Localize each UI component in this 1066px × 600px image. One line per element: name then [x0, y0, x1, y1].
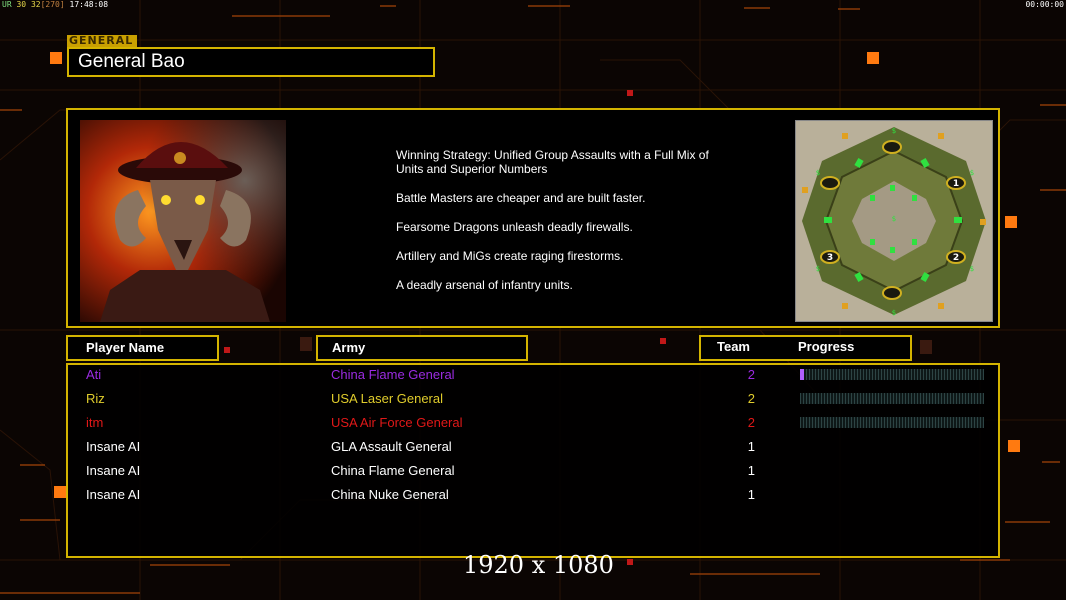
map-start-position: 2 — [953, 253, 959, 263]
svg-text:$: $ — [892, 215, 896, 223]
strategy-line: Battle Masters are cheaper and are built… — [396, 191, 646, 205]
svg-text:$: $ — [970, 265, 974, 273]
player-army: USA Air Force General — [331, 415, 463, 430]
strategy-line: Artillery and MiGs create raging firesto… — [396, 249, 624, 263]
player-army: GLA Assault General — [331, 439, 452, 454]
loading-progress-bar — [800, 369, 984, 380]
player-army: China Flame General — [331, 463, 455, 478]
player-name: Insane AI — [86, 487, 141, 502]
strategy-line: Winning Strategy: Unified Group Assaults… — [396, 148, 709, 176]
player-name: Insane AI — [86, 439, 141, 454]
player-name: itm — [86, 415, 104, 430]
loading-progress-bar — [800, 417, 984, 428]
svg-text:$: $ — [816, 169, 820, 177]
player-row: itm USA Air Force General 2 — [68, 413, 998, 433]
hud-clock: 17:48:08 — [69, 0, 109, 9]
player-name: Insane AI — [86, 463, 141, 478]
player-team: 1 — [747, 463, 755, 478]
player-row: Insane AI China Flame General 1 — [68, 461, 998, 481]
player-row: Riz USA Laser General 2 — [68, 389, 998, 409]
general-strategy-text: Winning Strategy: Unified Group Assaults… — [396, 148, 726, 307]
hud-stat-a: UR — [2, 0, 12, 9]
player-army: USA Laser General — [331, 391, 444, 406]
header-army: Army — [316, 335, 528, 361]
player-row: Insane AI GLA Assault General 1 — [68, 437, 998, 457]
player-team: 2 — [747, 391, 755, 406]
general-info-panel: Winning Strategy: Unified Group Assaults… — [66, 108, 1000, 328]
general-tag: GENERAL — [67, 35, 137, 47]
hud-stat-c: 32 — [30, 0, 41, 9]
strategy-line: A deadly arsenal of infantry units. — [396, 278, 573, 292]
general-portrait — [80, 120, 286, 322]
header-team-progress: Team Progress — [699, 335, 912, 361]
player-team: 1 — [747, 487, 755, 502]
player-team: 2 — [747, 415, 755, 430]
player-team: 2 — [747, 367, 755, 382]
hud-stat-d: [270] — [40, 0, 65, 9]
general-name: General Bao — [67, 47, 435, 77]
header-progress: Progress — [798, 339, 855, 354]
header-team: Team — [717, 339, 750, 354]
player-army: China Nuke General — [331, 487, 449, 502]
player-name: Riz — [86, 391, 105, 406]
header-player-name: Player Name — [66, 335, 219, 361]
hud-timer: 00:00:00 — [1025, 0, 1064, 9]
map-start-position: 1 — [953, 179, 959, 189]
loading-progress-bar — [800, 393, 984, 404]
hud-stat-b: 30 — [16, 0, 27, 9]
hud-stats: UR 30 32[270] 17:48:08 — [2, 0, 108, 9]
player-row: Ati China Flame General 2 — [68, 365, 998, 385]
map-start-position: 3 — [827, 253, 833, 263]
svg-text:$: $ — [892, 309, 896, 317]
player-team: 1 — [747, 439, 755, 454]
player-roster: Ati China Flame General 2 Riz USA Laser … — [66, 363, 1000, 558]
map-preview[interactable]: $ $ $ $ $ $ $ 1 2 3 — [795, 120, 993, 322]
svg-text:$: $ — [970, 169, 974, 177]
player-row: Insane AI China Nuke General 1 — [68, 485, 998, 505]
player-army: China Flame General — [331, 367, 455, 382]
svg-text:$: $ — [892, 127, 896, 135]
resolution-overlay: 1920 x 1080 — [463, 551, 614, 579]
strategy-line: Fearsome Dragons unleash deadly firewall… — [396, 220, 633, 234]
loading-progress-fill — [800, 369, 804, 380]
player-name: Ati — [86, 367, 102, 382]
svg-text:$: $ — [816, 265, 820, 273]
